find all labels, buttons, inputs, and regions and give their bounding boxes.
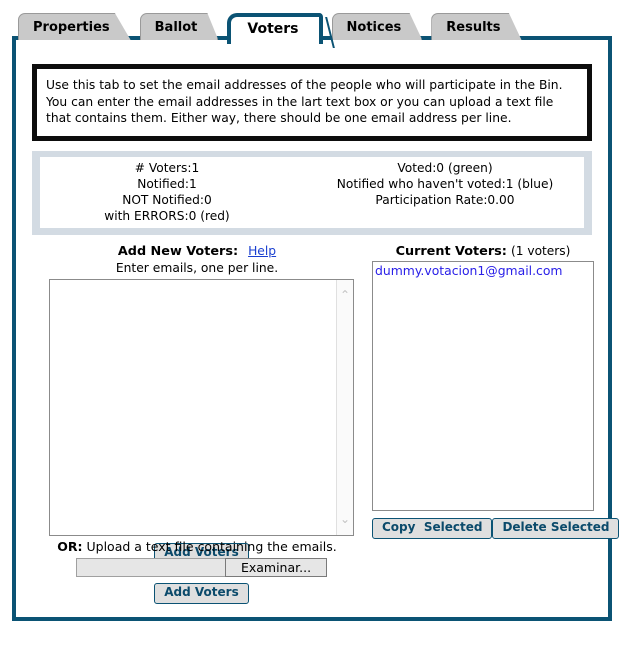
upload-or-label: OR: — [57, 539, 83, 554]
add-new-voters-section: Add New Voters: Help Enter emails, one pe… — [32, 244, 362, 564]
file-input-row: Examinar... — [49, 558, 354, 577]
list-item[interactable]: dummy.votacion1@gmail.com — [375, 263, 591, 279]
file-input[interactable]: Examinar... — [76, 558, 327, 577]
stat-notified: Notified:1 — [137, 177, 197, 192]
chevron-down-icon[interactable]: ⌄ — [337, 511, 353, 528]
tab-notices-label: Notices — [346, 19, 402, 35]
voters-tab-panel: Use this tab to set the email addresses … — [12, 36, 620, 621]
stat-num-voters: # Voters:1 — [134, 161, 200, 175]
new-voters-textarea-wrapper: ⌃ ⌄ — [49, 278, 354, 536]
instruction-text: Use this tab to set the email addresses … — [46, 78, 563, 126]
voter-stats-panel: # Voters:1 Voted:0 (green) Notified:1 No… — [32, 151, 592, 236]
tab-notices[interactable]: Notices — [331, 13, 423, 40]
upload-add-voters-button-row: Add Voters — [49, 583, 354, 604]
tab-properties-label: Properties — [33, 19, 110, 35]
upload-file-section: OR: Upload a text file containing the em… — [32, 539, 362, 604]
stat-empty — [312, 208, 584, 224]
add-new-voters-title: Add New Voters: — [117, 244, 239, 259]
tab-bar: Properties Ballot Voters Notices Results — [0, 0, 624, 44]
stats-row: NOT Notified:0 Participation Rate:0.00 — [40, 192, 584, 208]
tab-properties[interactable]: Properties — [18, 13, 131, 40]
current-voters-button-row: Copy Selected Delete Selected — [372, 517, 620, 539]
textarea-scrollbar[interactable]: ⌃ ⌄ — [336, 279, 353, 535]
stats-row: Notified:1 Notified who haven't voted:1 … — [40, 176, 584, 192]
stat-not-notified: NOT Notified:0 — [122, 193, 212, 208]
add-new-voters-heading: Add New Voters: Help — [32, 244, 362, 260]
stat-voted: Voted:0 (green) — [397, 161, 493, 175]
current-voters-count: (1 voters) — [510, 244, 571, 258]
stat-notified-not-voted: Notified who haven't voted:1 (blue) — [336, 177, 554, 192]
tab-ballot[interactable]: Ballot — [139, 13, 219, 40]
upload-add-voters-button[interactable]: Add Voters — [154, 583, 249, 604]
help-link[interactable]: Help — [248, 244, 276, 258]
upload-instruction: OR: Upload a text file containing the em… — [32, 539, 362, 554]
voter-stats-inner: # Voters:1 Voted:0 (green) Notified:1 No… — [40, 157, 584, 229]
file-input-filename — [76, 558, 225, 577]
current-voters-list[interactable]: dummy.votacion1@gmail.com — [372, 260, 594, 511]
tab-results-label: Results — [446, 19, 501, 35]
current-voters-heading: Current Voters: (1 voters) — [372, 244, 594, 260]
stats-row: # Voters:1 Voted:0 (green) — [40, 160, 584, 176]
stat-participation-rate: Participation Rate:0.00 — [375, 193, 515, 208]
stat-with-errors: with ERRORS:0 (red) — [104, 209, 230, 224]
delete-selected-button[interactable]: Delete Selected — [492, 517, 620, 539]
tab-voters[interactable]: Voters — [227, 13, 323, 44]
instruction-box: Use this tab to set the email addresses … — [32, 64, 592, 141]
current-voters-title: Current Voters: — [395, 244, 507, 259]
copy-selected-button[interactable]: Copy Selected — [372, 517, 493, 539]
chevron-up-icon[interactable]: ⌃ — [337, 287, 353, 304]
tab-voters-label: Voters — [247, 20, 299, 37]
stats-row: with ERRORS:0 (red) — [40, 208, 584, 224]
current-voters-section: Current Voters: (1 voters) dummy.votacio… — [372, 244, 620, 539]
tab-results[interactable]: Results — [431, 13, 522, 40]
upload-description: Upload a text file containing the emails… — [82, 539, 337, 554]
tab-ballot-label: Ballot — [154, 19, 198, 35]
browse-button[interactable]: Examinar... — [225, 558, 327, 577]
add-new-voters-subtitle: Enter emails, one per line. — [115, 260, 279, 275]
new-voters-input[interactable] — [50, 279, 337, 535]
